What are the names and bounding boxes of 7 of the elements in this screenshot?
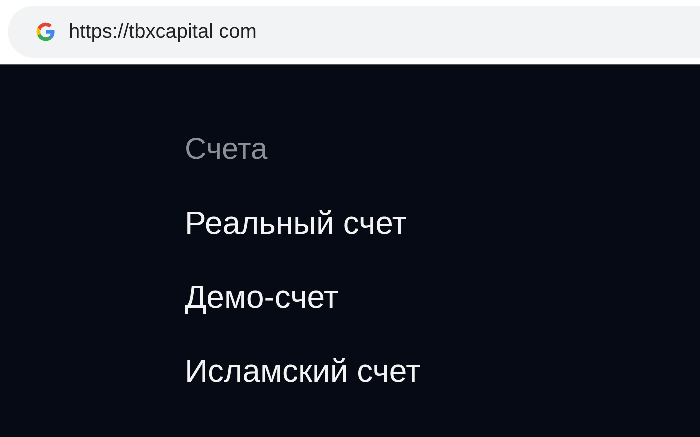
url-text: https://tbxcapital com [69, 20, 257, 44]
menu-heading: Счета [185, 135, 268, 165]
menu-link[interactable]: Демо-счет [185, 281, 339, 313]
address-bar[interactable]: https://tbxcapital com [8, 6, 700, 58]
menu-link[interactable]: Исламский счет [185, 355, 421, 387]
menu-link[interactable]: Реальный счет [185, 207, 408, 239]
google-g-icon [35, 21, 57, 43]
